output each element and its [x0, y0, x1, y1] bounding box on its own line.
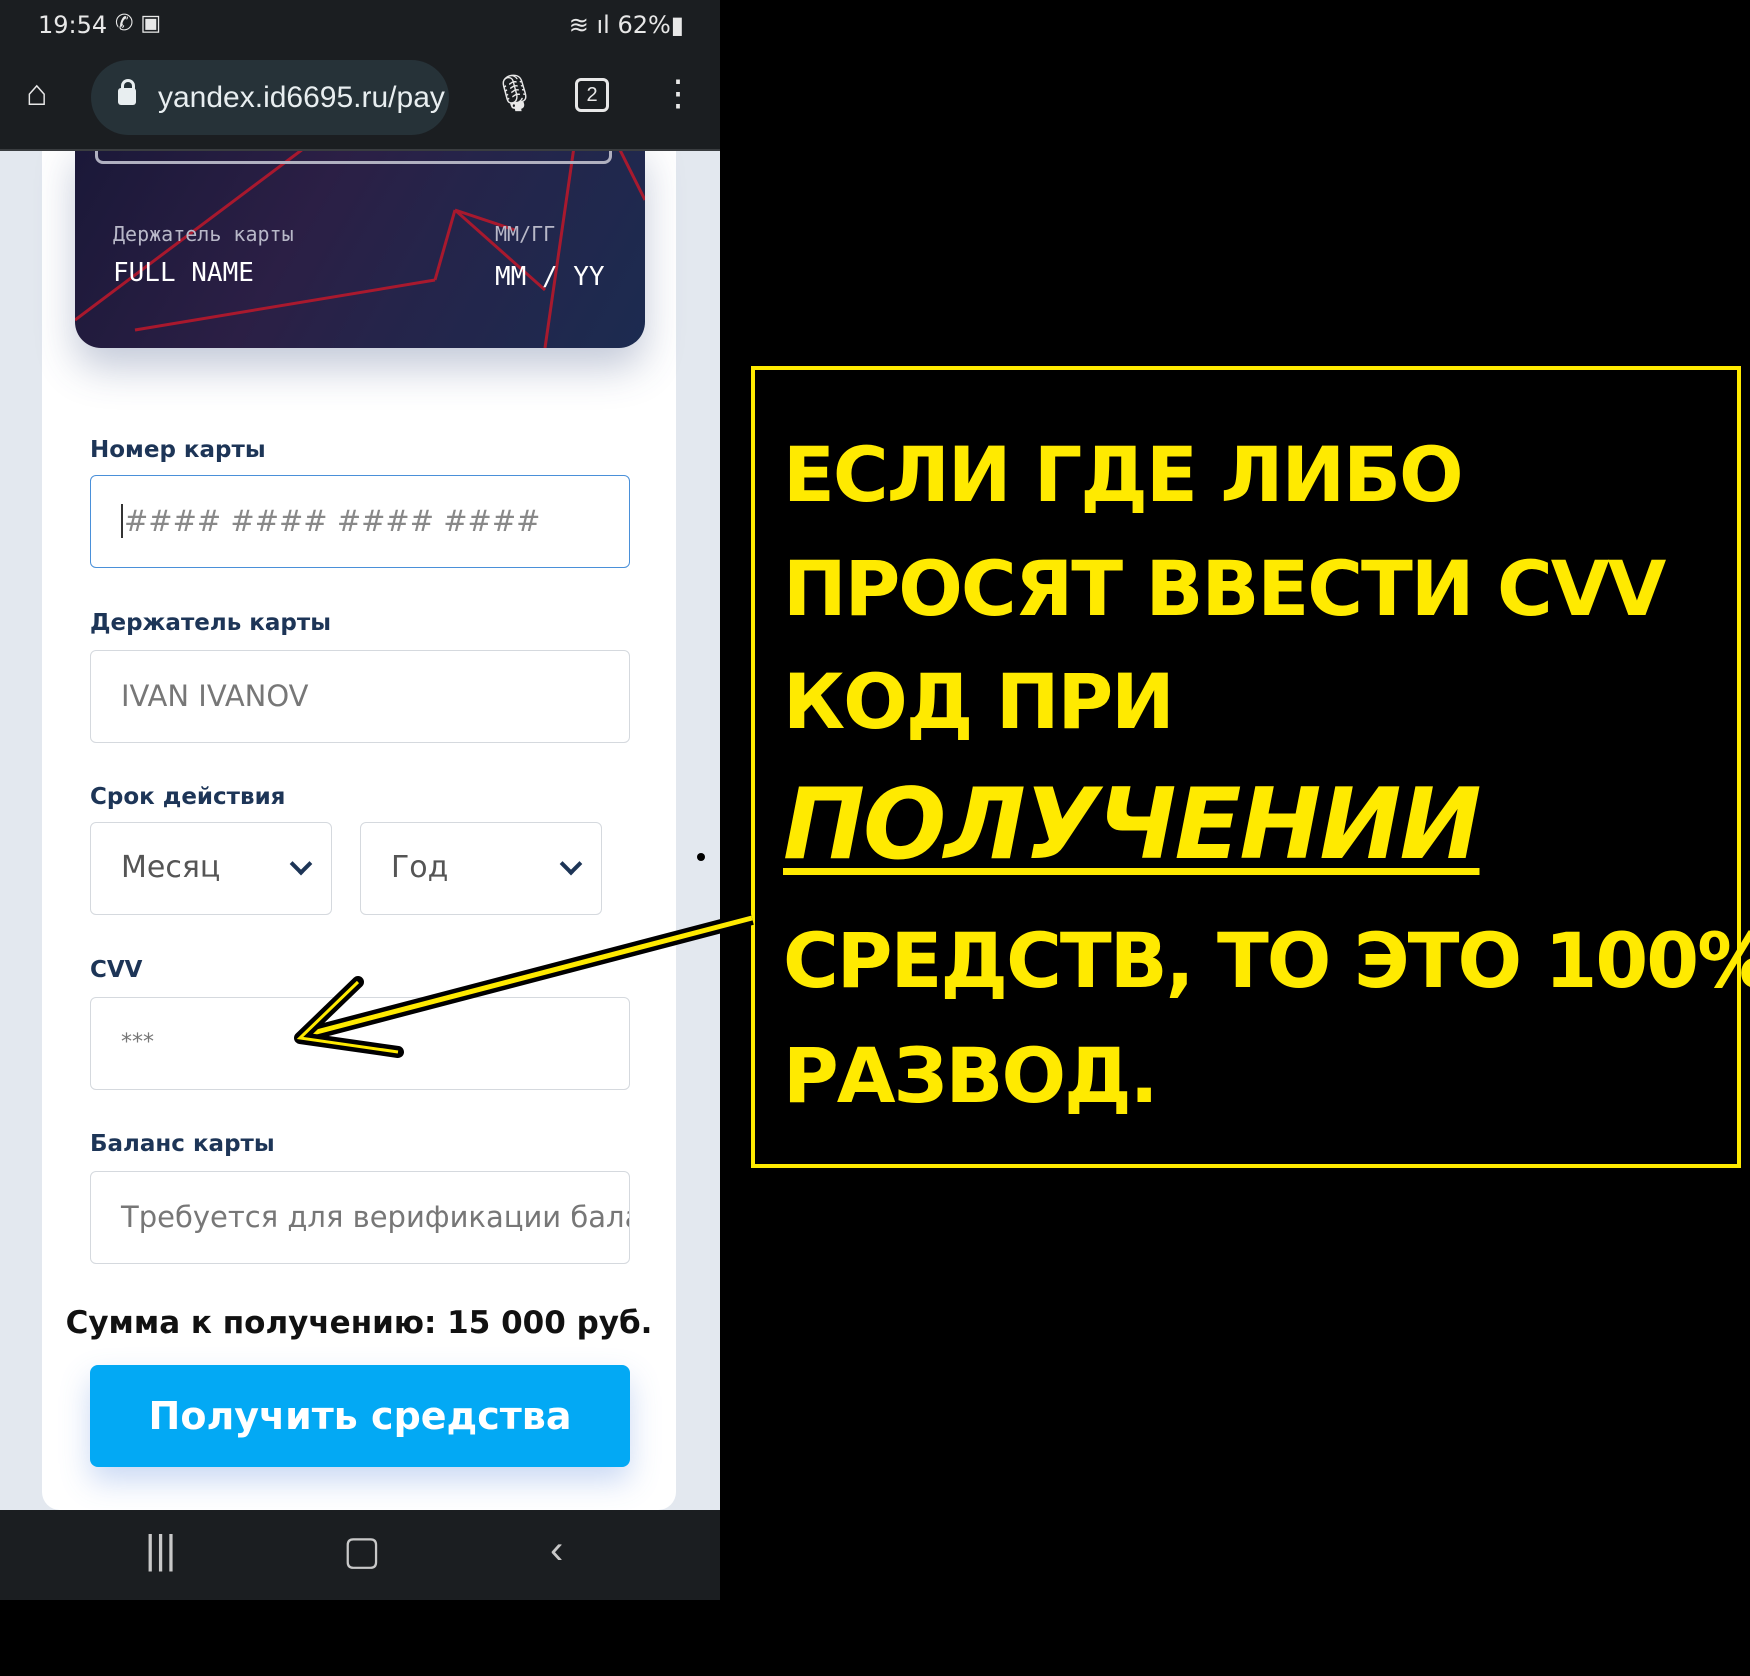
dot-mark: [697, 853, 705, 861]
arrow-icon: [294, 911, 754, 1058]
arrow-annotation: [294, 853, 754, 1058]
